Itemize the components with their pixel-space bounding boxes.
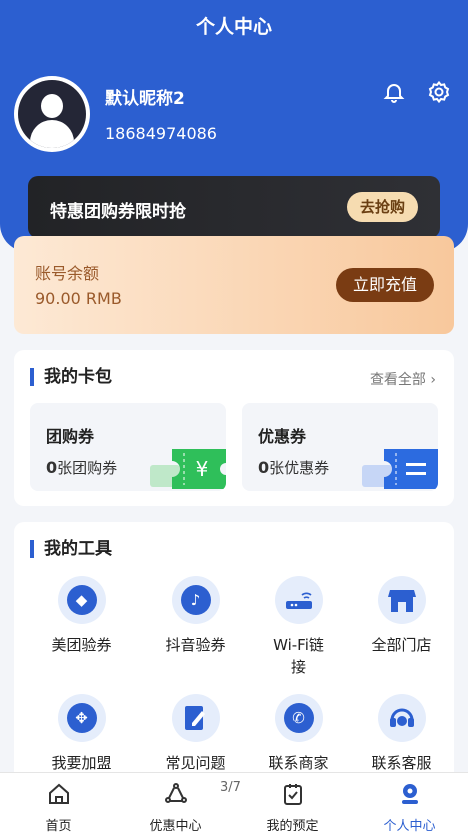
avatar-image [18, 80, 86, 148]
tool-all-stores[interactable]: 全部门店 [350, 576, 453, 656]
nav-home[interactable]: 首页 [0, 773, 117, 836]
voucher-count: 0张团购券 [46, 458, 118, 477]
user-phone: 18684974086 [105, 124, 217, 143]
handshake-icon: ✥ [57, 694, 106, 742]
home-icon [48, 783, 69, 804]
edit-doc-icon [171, 694, 220, 742]
wallet-title: 我的卡包 [30, 368, 112, 386]
page-title: 个人中心 [195, 16, 272, 38]
store-icon [377, 576, 426, 624]
meituan-icon: ◆ [57, 576, 106, 624]
green-ticket-icon: ¥ [150, 449, 226, 489]
svg-text:¥: ¥ [196, 457, 209, 481]
balance-card: 账号余额 90.00 RMB 立即充值 [14, 236, 454, 334]
phone-chat-icon: ✆ [274, 694, 323, 742]
profile-icon [401, 784, 418, 804]
tools-title: 我的工具 [30, 540, 112, 558]
coupon-card[interactable]: 优惠券 0张优惠券 [242, 403, 438, 491]
view-all-link[interactable]: 查看全部 › [370, 369, 436, 389]
voucher-count: 0张优惠券 [258, 458, 330, 477]
tool-contact-support[interactable]: 联系客服 [350, 694, 453, 774]
balance-label: 账号余额 [35, 264, 100, 283]
tool-douyin-verify[interactable]: ♪ 抖音验券 [144, 576, 247, 656]
headset-icon [377, 694, 426, 742]
bell-icon[interactable] [382, 80, 406, 104]
group-voucher-card[interactable]: 团购券 0张团购券 ¥ [30, 403, 226, 491]
page-indicator: 3/7 [220, 780, 241, 795]
discount-icon [164, 783, 187, 803]
tool-join-franchise[interactable]: ✥ 我要加盟 [30, 694, 133, 774]
tool-wifi-link[interactable]: Wi-Fi链接 [247, 576, 350, 678]
voucher-title: 优惠券 [258, 427, 307, 446]
grab-deal-button[interactable]: 去抢购 [346, 192, 418, 222]
user-nickname[interactable]: 默认昵称2 [105, 84, 185, 109]
chevron-right-icon: › [430, 372, 436, 388]
promo-banner[interactable]: 特惠团购券限时抢 去抢购 [28, 176, 440, 238]
gear-icon[interactable] [427, 80, 451, 104]
douyin-icon: ♪ [171, 576, 220, 624]
wallet-section: 我的卡包 查看全部 › 团购券 0张团购券 ¥ 优惠券 0张优惠券 [14, 350, 454, 506]
tool-meituan-verify[interactable]: ◆ 美团验券 [30, 576, 133, 656]
balance-value: 90.00 RMB [35, 289, 122, 308]
voucher-title: 团购券 [46, 427, 95, 446]
recharge-button[interactable]: 立即充值 [335, 268, 434, 302]
wifi-router-icon [274, 576, 323, 624]
tool-faq[interactable]: 常见问题 [144, 694, 247, 774]
nav-profile-center[interactable]: 个人中心 [351, 773, 468, 836]
avatar[interactable] [14, 76, 90, 152]
nav-my-booking[interactable]: 我的预定 [234, 773, 351, 836]
booking-icon [283, 784, 302, 805]
blue-ticket-icon [362, 449, 438, 489]
tool-contact-merchant[interactable]: ✆ 联系商家 [247, 694, 350, 774]
promo-text: 特惠团购券限时抢 [50, 202, 186, 222]
nav-discount-center[interactable]: 优惠中心 [117, 773, 234, 836]
